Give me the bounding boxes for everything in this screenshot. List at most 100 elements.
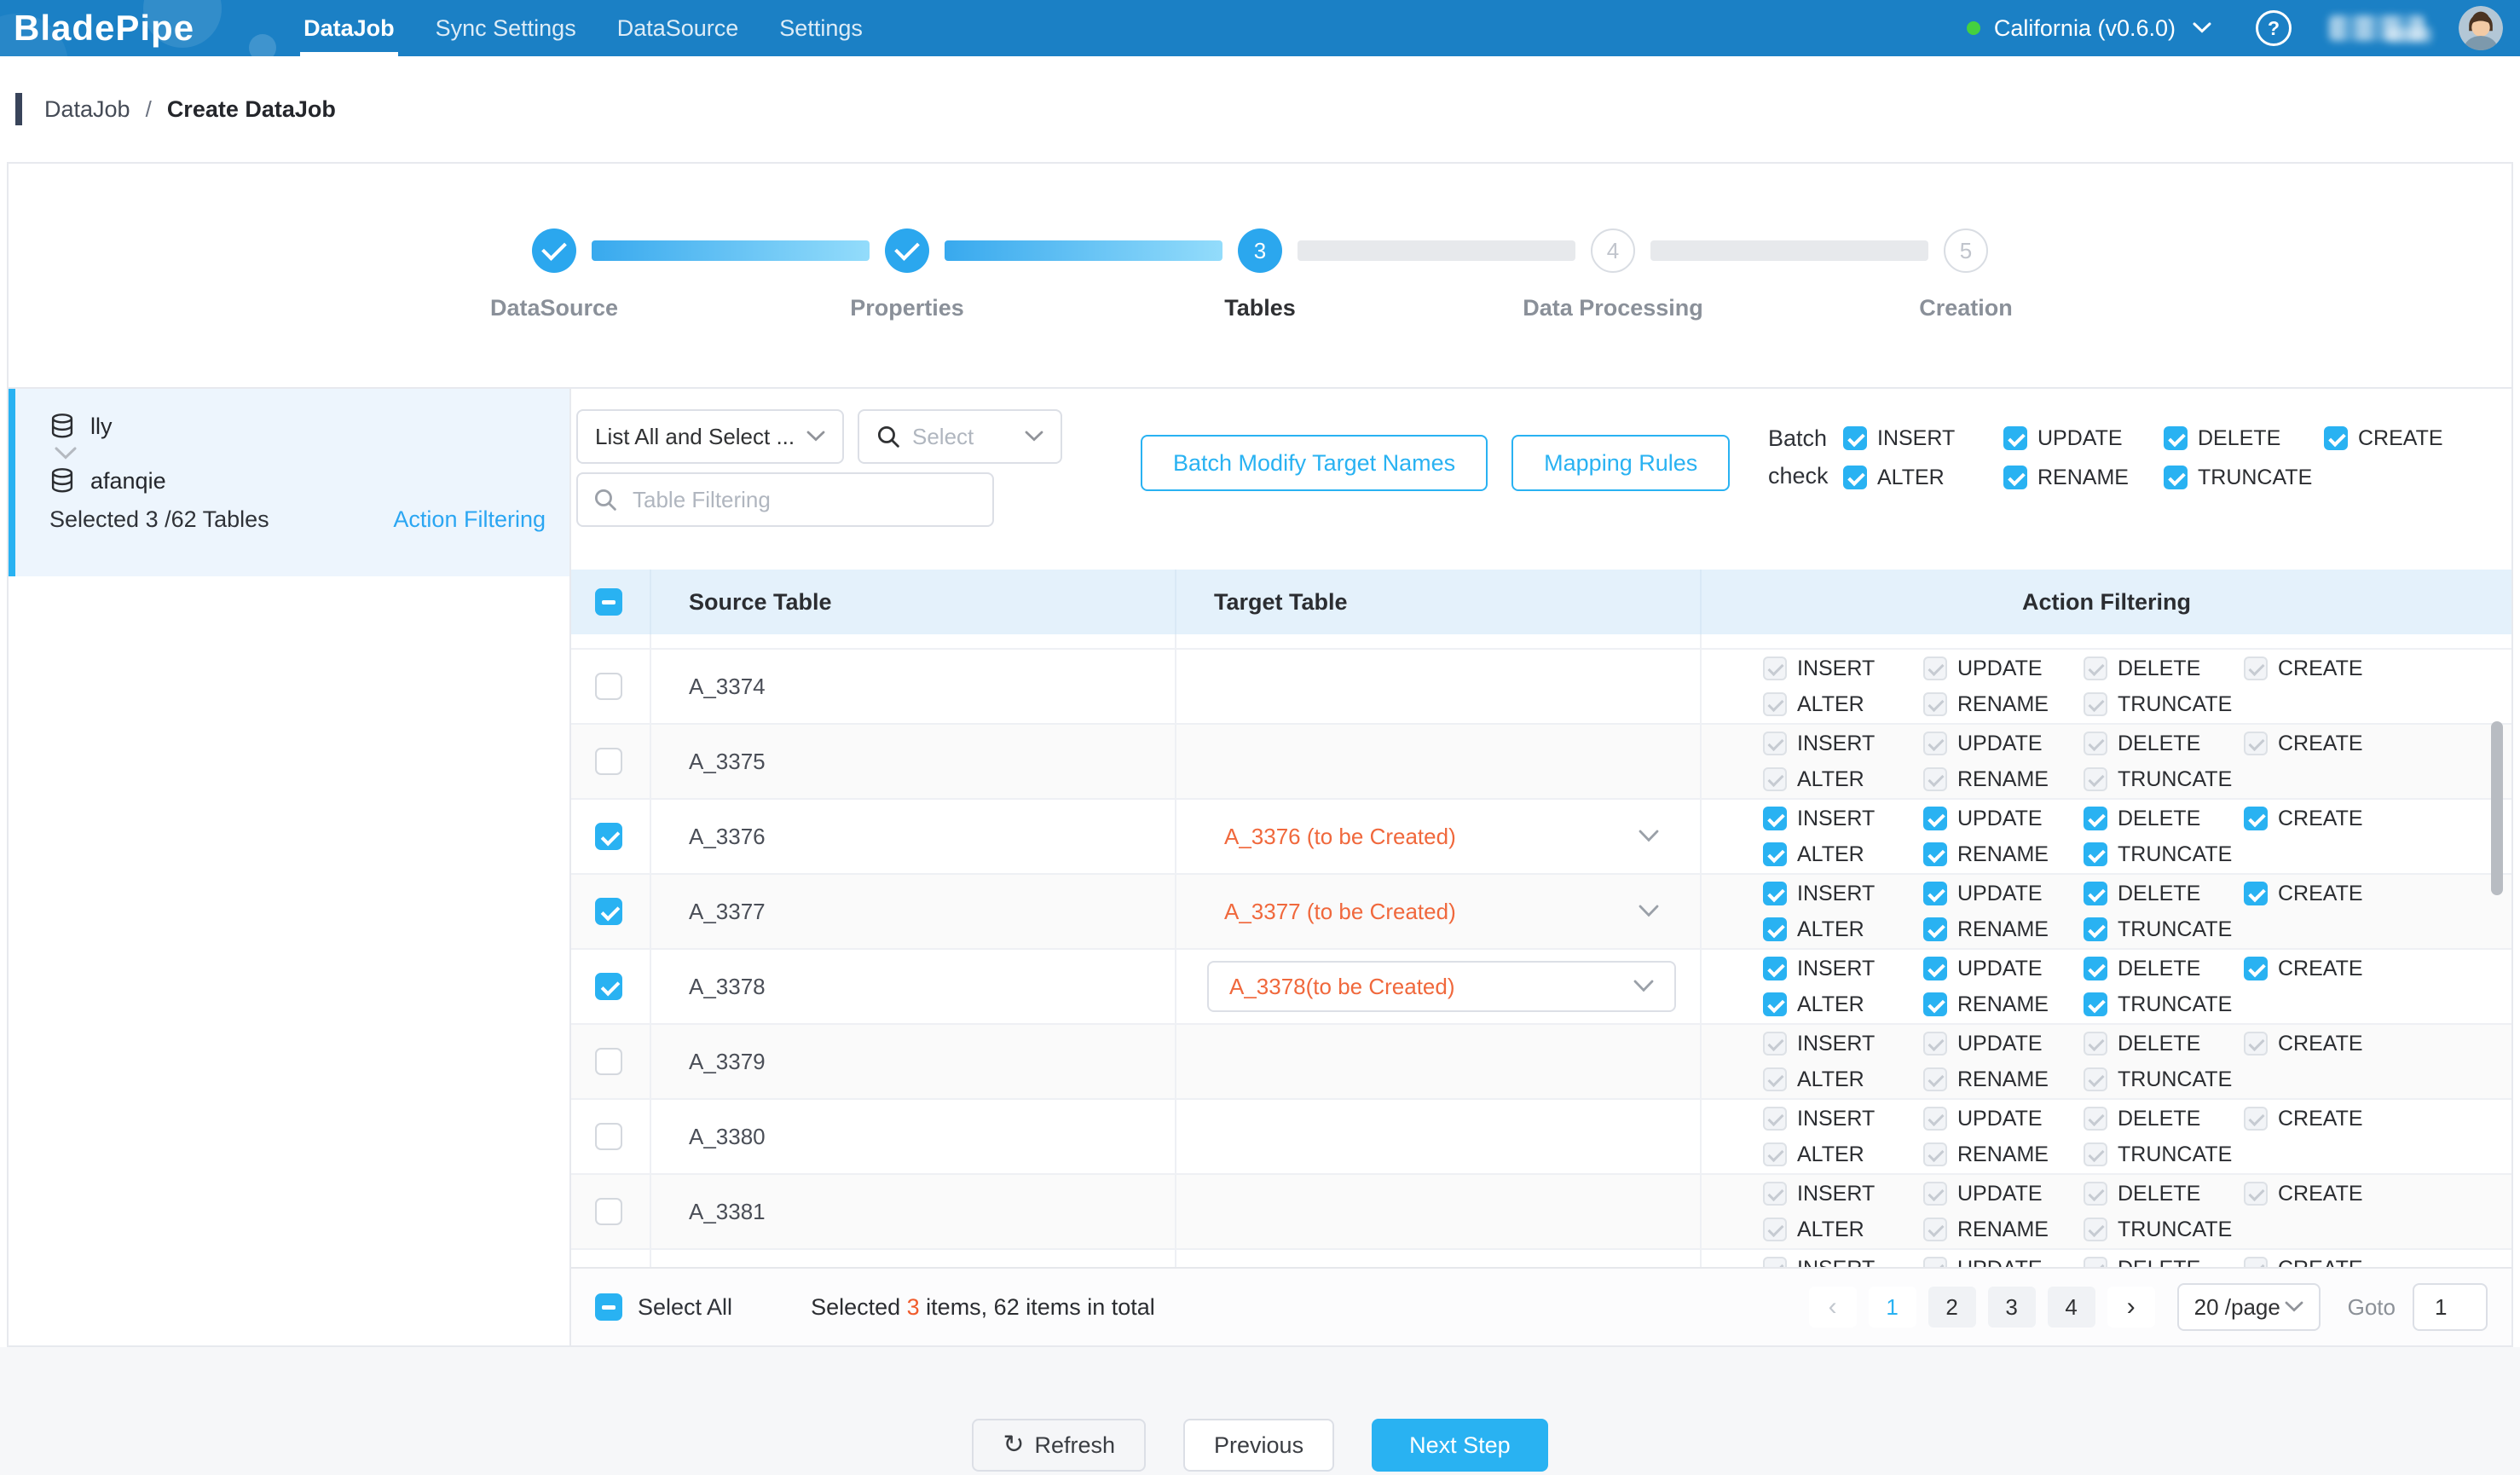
checkbox-checked-icon[interactable] [2324,426,2348,450]
action-insert[interactable]: INSERT [1763,957,1923,981]
select-all-header-checkbox[interactable] [595,588,622,616]
checkbox-checked-icon[interactable] [2244,807,2268,830]
action-delete[interactable]: DELETE [2084,882,2244,906]
row-checkbox[interactable] [595,748,622,775]
page-size-select[interactable]: 20 /page [2177,1283,2321,1331]
action-truncate[interactable]: TRUNCATE [2084,917,2244,942]
batch-action-create[interactable]: CREATE [2324,426,2484,451]
breadcrumb-parent[interactable]: DataJob [44,96,130,123]
prev-page-button[interactable]: ‹ [1809,1287,1857,1328]
action-insert[interactable]: INSERT [1763,807,1923,831]
nav-item-datasource[interactable]: DataSource [614,0,743,56]
row-checkbox[interactable] [595,973,622,1000]
nav-item-settings[interactable]: Settings [776,0,866,56]
batch-action-alter[interactable]: ALTER [1843,466,2003,490]
vertical-scrollbar-thumb[interactable] [2491,721,2503,895]
chevron-down-icon[interactable] [2193,22,2211,34]
checkbox-checked-icon[interactable] [2084,807,2107,830]
action-delete[interactable]: DELETE [2084,957,2244,981]
refresh-button[interactable]: ↻Refresh [972,1419,1146,1472]
checkbox-checked-icon[interactable] [1843,426,1867,450]
checkbox-checked-icon[interactable] [1763,842,1787,866]
select-all-checkbox[interactable] [595,1293,622,1321]
avatar[interactable] [2459,6,2503,50]
table-select[interactable]: Select [858,409,1062,464]
row-checkbox[interactable] [595,1048,622,1075]
action-rename[interactable]: RENAME [1923,917,2084,942]
row-checkbox[interactable] [595,898,622,925]
nav-item-datajob[interactable]: DataJob [300,0,398,56]
action-rename[interactable]: RENAME [1923,842,2084,867]
target-table-select[interactable]: A_3378(to be Created) [1207,961,1676,1012]
checkbox-checked-icon[interactable] [2084,917,2107,941]
checkbox-checked-icon[interactable] [2084,842,2107,866]
nav-item-sync-settings[interactable]: Sync Settings [432,0,580,56]
schema-pair-item[interactable]: lly afanqie Selected 3 /62 [9,389,569,576]
checkbox-checked-icon[interactable] [2003,466,2027,489]
mapping-rules-button[interactable]: Mapping Rules [1511,435,1730,491]
row-checkbox[interactable] [595,1123,622,1150]
checkbox-checked-icon[interactable] [1923,917,1947,941]
checkbox-checked-icon[interactable] [2084,882,2107,905]
page-button-2[interactable]: 2 [1928,1287,1976,1328]
batch-action-rename[interactable]: RENAME [2003,466,2164,490]
batch-action-delete[interactable]: DELETE [2164,426,2324,451]
app-logo[interactable]: BladePipe [14,8,194,49]
page-button-3[interactable]: 3 [1988,1287,2036,1328]
checkbox-checked-icon[interactable] [2244,882,2268,905]
checkbox-checked-icon[interactable] [1763,807,1787,830]
action-insert[interactable]: INSERT [1763,882,1923,906]
row-checkbox[interactable] [595,823,622,850]
checkbox-checked-icon[interactable] [1763,992,1787,1016]
action-update[interactable]: UPDATE [1923,807,2084,831]
row-checkbox[interactable] [595,1198,622,1225]
checkbox-checked-icon[interactable] [2164,466,2188,489]
target-table-select[interactable]: A_3377 (to be Created) [1207,886,1676,937]
table-filter-input[interactable] [629,485,977,515]
action-rename[interactable]: RENAME [1923,992,2084,1017]
checkbox-checked-icon[interactable] [1923,807,1947,830]
action-alter[interactable]: ALTER [1763,992,1923,1017]
batch-action-truncate[interactable]: TRUNCATE [2164,466,2324,490]
next-page-button[interactable]: › [2107,1287,2155,1328]
checkbox-checked-icon[interactable] [2003,426,2027,450]
checkbox-checked-icon[interactable] [1923,992,1947,1016]
row-checkbox[interactable] [595,673,622,700]
action-alter[interactable]: ALTER [1763,842,1923,867]
page-button-1[interactable]: 1 [1869,1287,1916,1328]
checkbox-checked-icon[interactable] [2164,426,2188,450]
checkbox-checked-icon[interactable] [1923,957,1947,980]
checkbox-checked-icon[interactable] [1763,882,1787,905]
checkbox-checked-icon[interactable] [1763,957,1787,980]
batch-action-update[interactable]: UPDATE [2003,426,2164,451]
action-create[interactable]: CREATE [2244,957,2404,981]
action-delete[interactable]: DELETE [2084,807,2244,831]
action-truncate[interactable]: TRUNCATE [2084,992,2244,1017]
action-truncate[interactable]: TRUNCATE [2084,842,2244,867]
action-create[interactable]: CREATE [2244,882,2404,906]
action-truncate: TRUNCATE [2084,1067,2244,1092]
table-footer: Select All Selected 3 items, 62 items in… [571,1267,2511,1345]
action-filtering-link[interactable]: Action Filtering [393,506,546,533]
action-update[interactable]: UPDATE [1923,882,2084,906]
next-step-button[interactable]: Next Step [1372,1419,1548,1472]
goto-page-input[interactable] [2413,1283,2488,1331]
checkbox-checked-icon[interactable] [2244,957,2268,980]
checkbox-checked-icon[interactable] [1763,917,1787,941]
page-button-4[interactable]: 4 [2048,1287,2095,1328]
checkbox-checked-icon[interactable] [1843,466,1867,489]
checkbox-checked-icon[interactable] [1923,882,1947,905]
action-create[interactable]: CREATE [2244,807,2404,831]
target-table-select[interactable]: A_3376 (to be Created) [1207,811,1676,862]
action-update[interactable]: UPDATE [1923,957,2084,981]
list-mode-select[interactable]: List All and Select ... [576,409,844,464]
batch-modify-target-names-button[interactable]: Batch Modify Target Names [1141,435,1488,491]
help-icon[interactable]: ? [2256,10,2292,46]
previous-button[interactable]: Previous [1183,1419,1334,1472]
action-alter[interactable]: ALTER [1763,917,1923,942]
checkbox-checked-icon[interactable] [2084,992,2107,1016]
checkbox-checked-icon[interactable] [1923,842,1947,866]
batch-action-insert[interactable]: INSERT [1843,426,2003,451]
checkbox-checked-icon[interactable] [2084,957,2107,980]
region-selector[interactable]: California (v0.6.0) [1994,15,2176,42]
